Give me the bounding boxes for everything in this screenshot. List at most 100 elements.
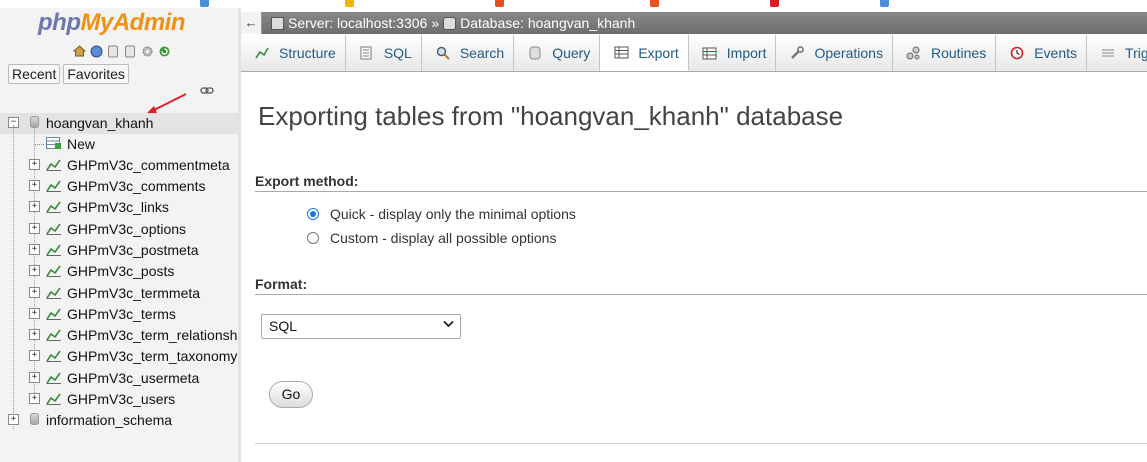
table-icon[interactable]: [46, 200, 62, 213]
tree-table-row[interactable]: + GHPmV3c_comments: [0, 176, 238, 197]
tree-table-row[interactable]: + GHPmV3c_termmeta: [0, 283, 238, 304]
tree-table-row[interactable]: + GHPmV3c_terms: [0, 304, 238, 325]
bookmark-icon[interactable]: [770, 0, 779, 7]
tab-label: Export: [638, 44, 679, 61]
custom-radio[interactable]: [307, 232, 319, 244]
tree-table-row[interactable]: + GHPmV3c_links: [0, 197, 238, 218]
sidebar-resize-handle[interactable]: [238, 8, 241, 462]
tab-triggers[interactable]: Triggers: [1087, 35, 1147, 71]
tab-import[interactable]: Import: [689, 35, 777, 71]
expand-icon[interactable]: +: [29, 393, 40, 404]
recent-button[interactable]: Recent: [8, 64, 61, 84]
tree-db-hoangvan-khanh[interactable]: − hoangvan_khanh: [0, 113, 238, 134]
tree-table-label[interactable]: GHPmV3c_commentmeta: [67, 157, 230, 173]
settings-icon[interactable]: [140, 44, 154, 58]
structure-icon: [254, 45, 270, 61]
reload-icon[interactable]: [157, 44, 171, 58]
tab-export[interactable]: Export: [600, 35, 689, 71]
quick-option-label[interactable]: Quick - display only the minimal options: [330, 206, 576, 222]
back-arrow-icon[interactable]: ←: [241, 12, 262, 34]
server-icon: [271, 16, 284, 30]
tree-table-label[interactable]: GHPmV3c_usermeta: [67, 370, 199, 386]
tab-query[interactable]: Query: [514, 35, 601, 71]
new-table-icon: [46, 137, 61, 149]
tab-label: Operations: [814, 45, 883, 61]
bookmark-icon[interactable]: [650, 0, 659, 7]
expand-icon[interactable]: +: [8, 414, 19, 425]
tree-table-row[interactable]: + GHPmV3c_postmeta: [0, 240, 238, 261]
table-icon[interactable]: [46, 264, 62, 277]
tree-table-label[interactable]: GHPmV3c_term_relationships: [67, 327, 238, 343]
breadcrumb-database[interactable]: Database: hoangvan_khanh: [460, 15, 635, 31]
table-icon[interactable]: [46, 222, 62, 235]
table-icon[interactable]: [46, 243, 62, 256]
page-title: Exporting tables from "hoangvan_khanh" d…: [258, 101, 844, 131]
phpmyadmin-logo[interactable]: phpMyAdmin: [38, 9, 185, 37]
tab-events[interactable]: Events: [996, 35, 1088, 71]
bookmark-icon[interactable]: [345, 0, 354, 7]
bookmark-icon[interactable]: [495, 0, 504, 7]
tree-table-row[interactable]: + GHPmV3c_term_taxonomy: [0, 346, 238, 367]
tree-table-label[interactable]: GHPmV3c_posts: [67, 263, 174, 279]
table-icon[interactable]: [46, 392, 62, 405]
tab-routines[interactable]: Routines: [893, 35, 997, 71]
expand-icon[interactable]: +: [29, 372, 40, 383]
sql-docs-icon[interactable]: [123, 44, 137, 58]
expand-icon[interactable]: +: [29, 223, 40, 234]
tree-db-information-schema[interactable]: + information_schema: [0, 410, 238, 431]
expand-icon[interactable]: +: [29, 244, 40, 255]
tree-db-label[interactable]: information_schema: [46, 412, 172, 428]
tree-table-label[interactable]: GHPmV3c_options: [67, 221, 186, 237]
tree-table-row[interactable]: + GHPmV3c_usermeta: [0, 368, 238, 389]
tab-label: Search: [459, 45, 505, 61]
tree-table-row[interactable]: + GHPmV3c_users: [0, 389, 238, 410]
docs-icon[interactable]: [106, 44, 120, 58]
custom-option[interactable]: Custom - display all possible options: [307, 229, 556, 247]
tree-table-row[interactable]: + GHPmV3c_options: [0, 219, 238, 240]
quick-option[interactable]: Quick - display only the minimal options: [307, 205, 576, 223]
expand-icon[interactable]: +: [29, 201, 40, 212]
breadcrumb-server[interactable]: Server: localhost:3306: [288, 15, 427, 31]
table-icon[interactable]: [46, 328, 62, 341]
tree-table-label[interactable]: GHPmV3c_postmeta: [67, 242, 199, 258]
tab-operations[interactable]: Operations: [776, 35, 893, 71]
table-icon[interactable]: [46, 179, 62, 192]
tree-new-item[interactable]: New: [0, 134, 238, 155]
expand-icon[interactable]: +: [29, 329, 40, 340]
tree-table-label[interactable]: GHPmV3c_termmeta: [67, 285, 200, 301]
table-icon[interactable]: [46, 286, 62, 299]
expand-icon[interactable]: +: [29, 180, 40, 191]
tree-table-label[interactable]: GHPmV3c_comments: [67, 178, 205, 194]
favorites-button[interactable]: Favorites: [63, 64, 129, 84]
tree-db-label[interactable]: hoangvan_khanh: [46, 115, 153, 131]
expand-icon[interactable]: +: [29, 287, 40, 298]
bookmark-icon[interactable]: [200, 0, 209, 7]
tree-table-label[interactable]: GHPmV3c_users: [67, 391, 175, 407]
table-icon[interactable]: [46, 307, 62, 320]
custom-option-label[interactable]: Custom - display all possible options: [330, 230, 556, 246]
tab-search[interactable]: Search: [422, 35, 515, 71]
expand-icon[interactable]: +: [29, 308, 40, 319]
table-icon[interactable]: [46, 371, 62, 384]
expand-icon[interactable]: +: [29, 159, 40, 170]
format-select[interactable]: SQL: [261, 314, 461, 339]
table-icon[interactable]: [46, 349, 62, 362]
tree-table-row[interactable]: + GHPmV3c_term_relationships: [0, 325, 238, 346]
logout-icon[interactable]: [89, 44, 103, 58]
tree-table-row[interactable]: + GHPmV3c_posts: [0, 261, 238, 282]
go-button[interactable]: Go: [269, 381, 313, 408]
quick-radio[interactable]: [307, 208, 319, 220]
bookmark-icon[interactable]: [880, 0, 889, 7]
expand-icon[interactable]: +: [29, 265, 40, 276]
tree-table-label[interactable]: GHPmV3c_term_taxonomy: [67, 348, 237, 364]
tree-table-label[interactable]: GHPmV3c_terms: [67, 306, 176, 322]
home-icon[interactable]: [72, 44, 86, 58]
table-icon[interactable]: [46, 158, 62, 171]
link-with-main-panel-icon[interactable]: [200, 86, 214, 96]
tree-table-row[interactable]: + GHPmV3c_commentmeta: [0, 155, 238, 176]
expand-icon[interactable]: +: [29, 350, 40, 361]
tree-new-label[interactable]: New: [67, 136, 95, 152]
tree-table-label[interactable]: GHPmV3c_links: [67, 199, 169, 215]
tab-structure[interactable]: Structure: [241, 35, 346, 71]
tab-sql[interactable]: SQL: [346, 35, 422, 71]
